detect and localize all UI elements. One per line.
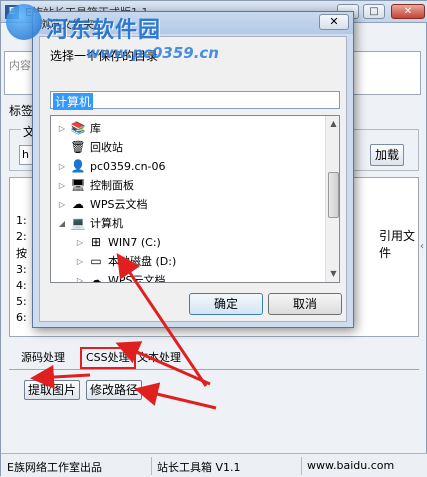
tree-item[interactable]: ▷ 📚 库 — [51, 119, 325, 138]
watermark-title: 河东软件园 — [46, 18, 162, 43]
expand-arrow-icon[interactable]: ▷ — [75, 271, 85, 282]
expand-arrow-icon[interactable]: ▷ — [57, 157, 67, 176]
status-site: www.baidu.com — [307, 459, 395, 472]
output-line: 2: — [16, 230, 27, 243]
tree-item-label: 本地磁盘 (D:) — [108, 255, 177, 268]
tree-item-label: pc0359.cn-06 — [90, 160, 166, 173]
resize-grip-icon[interactable]: ‹ — [420, 241, 427, 257]
watermark-logo-icon — [6, 4, 42, 40]
output-line: 1: — [16, 214, 27, 227]
tree-item[interactable]: ▷ ▭ 本地磁盘 (D:) — [51, 252, 325, 271]
output-line: 3: — [16, 263, 27, 276]
tree-item[interactable]: 🗑 回收站 — [51, 138, 325, 157]
close-button[interactable]: ✕ — [391, 4, 425, 19]
output-right-text: 引用文件 — [379, 229, 416, 260]
dialog-body: 选择一个保存的目录 计算机 ▷ 📚 库 🗑 回收站 ▷ 👤 pc0359.cn-06 ▷ 🖥 控制面… — [39, 36, 347, 322]
tree-item[interactable]: ▷ ⊞ WIN7 (C:) — [51, 233, 325, 252]
tab-text[interactable]: 文本处理 — [137, 348, 181, 368]
tab-divider — [9, 369, 419, 370]
tree-item[interactable]: ◢ 💻 计算机 — [51, 214, 325, 233]
library-icon: 📚 — [70, 121, 86, 135]
status-company: E族网络工作室出品 — [7, 461, 102, 474]
control-panel-icon: 🖥 — [70, 178, 86, 192]
scroll-up-icon[interactable]: ▲ — [326, 116, 339, 132]
expand-arrow-icon[interactable]: ▷ — [57, 119, 67, 138]
tab-css[interactable]: CSS处理 — [80, 347, 136, 369]
tree-item-label: WPS云文档 — [108, 274, 166, 283]
windows-drive-icon: ⊞ — [90, 235, 102, 249]
folder-tree[interactable]: ▷ 📚 库 🗑 回收站 ▷ 👤 pc0359.cn-06 ▷ 🖥 控制面板 ▷ ☁ WPS云文档 ◢ 💻 计算机… — [50, 115, 340, 283]
load-button[interactable]: 加载 — [370, 144, 404, 166]
scroll-down-icon[interactable]: ▼ — [326, 266, 339, 282]
tree-item-label: WPS云文档 — [90, 198, 148, 211]
tree-item[interactable]: ▷ 👤 pc0359.cn-06 — [51, 157, 325, 176]
tree-item-label: 计算机 — [90, 217, 123, 230]
description-text: 内容 — [9, 59, 31, 72]
tab-source[interactable]: 源码处理 — [21, 348, 65, 368]
tree-item-label: WIN7 (C:) — [108, 236, 161, 249]
expand-arrow-icon[interactable]: ▷ — [57, 176, 67, 195]
folder-path-text: 计算机 — [53, 93, 94, 110]
status-product: 站长工具箱 V1.1 — [157, 461, 241, 474]
ok-button[interactable]: 确定 — [189, 293, 263, 315]
folder-path-field[interactable]: 计算机 — [50, 91, 340, 110]
disk-drive-icon: ▭ — [90, 254, 102, 268]
extract-images-button[interactable]: 提取图片 — [24, 380, 80, 400]
computer-icon: 💻 — [70, 216, 86, 230]
recycle-bin-icon: 🗑 — [70, 140, 86, 154]
user-folder-icon: 👤 — [70, 159, 86, 173]
status-divider — [301, 457, 302, 475]
tag-label: 标签 — [9, 104, 34, 118]
output-line: 4: — [16, 279, 27, 292]
maximize-button[interactable]: □ — [363, 4, 385, 19]
tree-scrollbar[interactable]: ▲ ▼ — [325, 116, 339, 282]
dialog-close-button[interactable]: ✕ — [319, 14, 349, 30]
bottom-tab-strip: 源码处理 CSS处理 文本处理 — [17, 347, 417, 370]
status-bar: E族网络工作室出品 站长工具箱 V1.1 www.baidu.com — [1, 453, 427, 477]
collapse-arrow-icon[interactable]: ◢ — [57, 214, 67, 233]
cancel-button[interactable]: 取消 — [268, 293, 342, 315]
expand-arrow-icon[interactable]: ▷ — [57, 195, 67, 214]
cloud-icon: ☁ — [90, 273, 102, 283]
status-divider — [151, 457, 152, 475]
output-line: 5: — [16, 295, 27, 308]
output-line: 按 — [16, 247, 27, 260]
tree-item[interactable]: ▷ ☁ WPS云文档 — [51, 271, 325, 283]
tree-item[interactable]: ▷ 🖥 控制面板 — [51, 176, 325, 195]
scroll-thumb[interactable] — [328, 172, 339, 218]
expand-arrow-icon[interactable]: ▷ — [75, 252, 85, 271]
tree-item-label: 控制面板 — [90, 179, 134, 192]
modify-path-button[interactable]: 修改路径 — [86, 380, 142, 400]
tree-item-label: 库 — [90, 122, 101, 135]
watermark-url: www.pc0359.cn — [86, 44, 219, 62]
output-line: 6: — [16, 311, 27, 324]
tree-item-label: 回收站 — [90, 141, 123, 154]
tree-item[interactable]: ▷ ☁ WPS云文档 — [51, 195, 325, 214]
expand-arrow-icon[interactable]: ▷ — [75, 233, 85, 252]
cloud-icon: ☁ — [72, 197, 84, 211]
